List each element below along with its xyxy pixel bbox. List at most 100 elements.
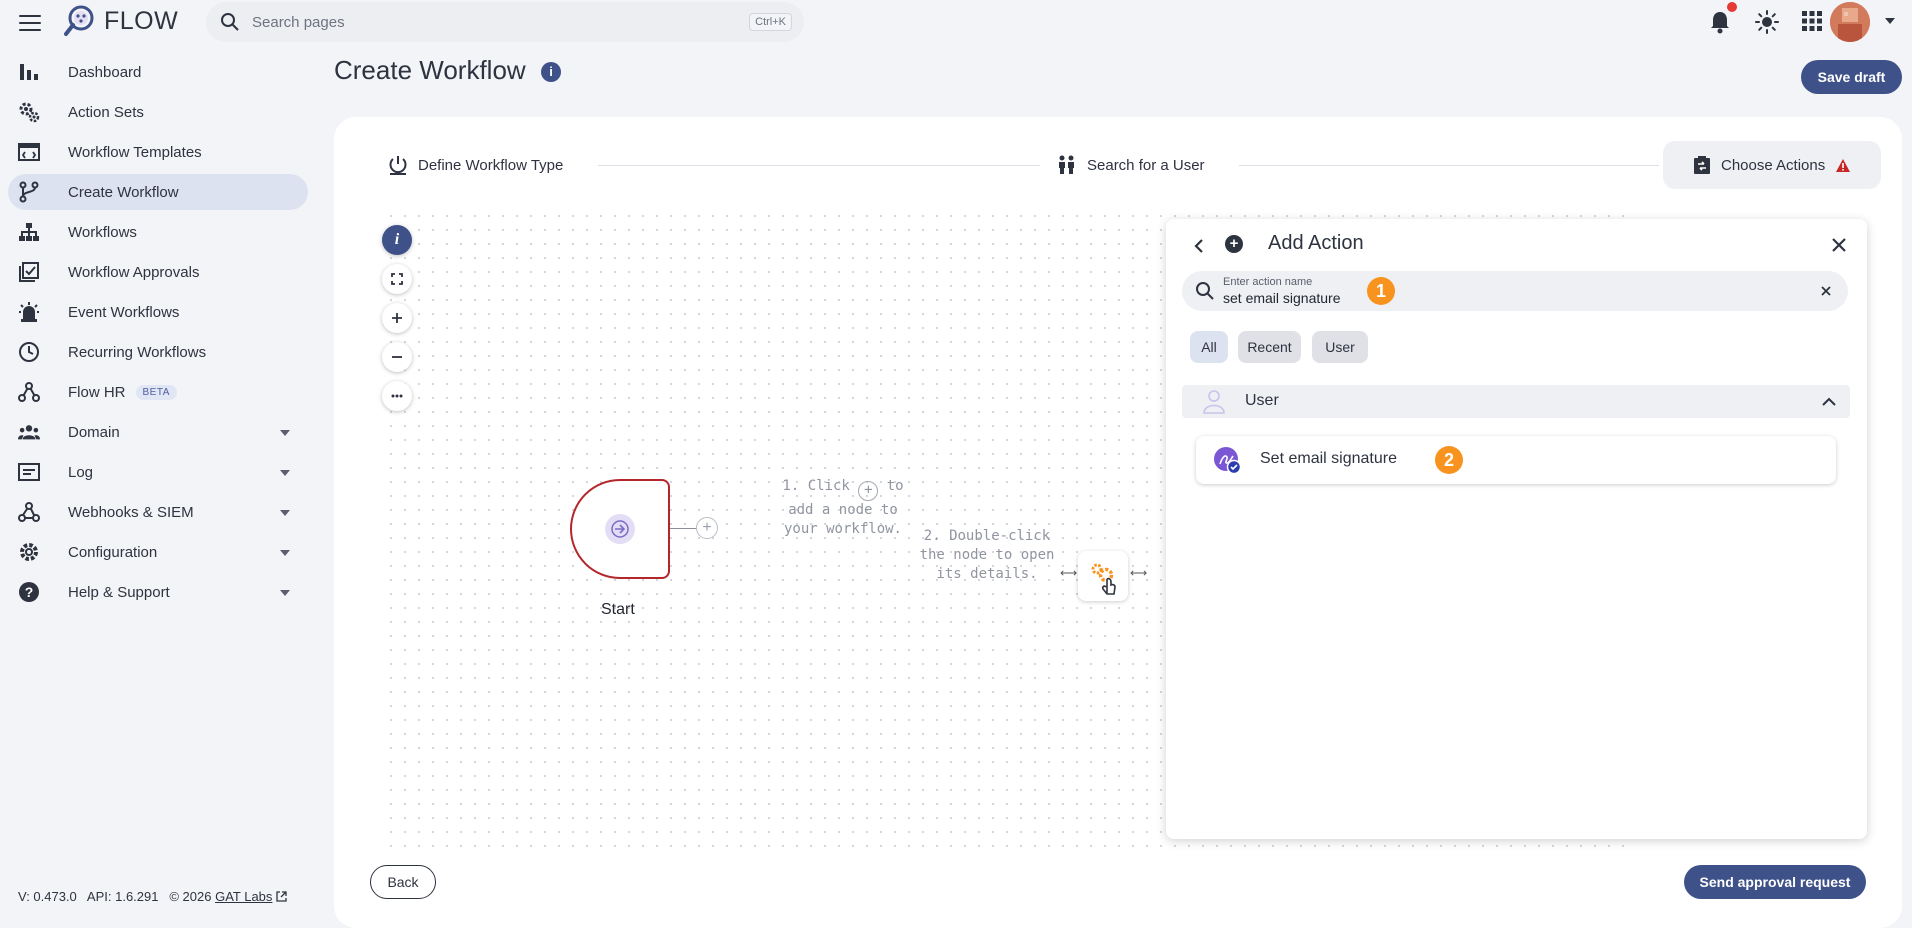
sidebar-item-label: Configuration — [68, 543, 158, 561]
hint-text: 2. Double-click — [923, 528, 1051, 544]
hint-text: your workflow. — [783, 521, 902, 537]
page-search[interactable]: Ctrl+K — [206, 2, 804, 42]
zoom-in-button[interactable] — [382, 303, 412, 333]
sidebar-item-label: Workflow Approvals — [68, 263, 200, 281]
hint-double-click: 2. Double-click the node to open its det… — [912, 527, 1062, 584]
apps-button[interactable] — [1801, 10, 1825, 34]
sidebar-item-label: Action Sets — [68, 103, 144, 121]
close-icon — [1821, 286, 1831, 296]
send-approval-request-button[interactable]: Send approval request — [1684, 865, 1866, 899]
add-node-button[interactable]: + — [696, 517, 718, 539]
sidebar-item-create-workflow[interactable]: Create Workflow — [8, 174, 308, 210]
sidebar-item-workflow-approvals[interactable]: Workflow Approvals — [8, 254, 308, 290]
sidebar-item-log[interactable]: Log — [8, 454, 308, 490]
step-label: Search for a User — [1087, 156, 1205, 174]
connector-stub: ⟷ — [1060, 566, 1078, 580]
step-search-for-a-user[interactable]: Search for a User — [1057, 141, 1205, 189]
chevron-down-icon — [280, 590, 290, 596]
hint-add-node: 1. Click + to add a node to your workflo… — [768, 477, 918, 539]
beta-badge: BETA — [135, 384, 177, 400]
start-node[interactable] — [570, 479, 670, 579]
filter-chip-recent[interactable]: Recent — [1238, 331, 1301, 363]
close-icon — [1832, 238, 1846, 252]
page-title: Create Workflow — [334, 55, 526, 85]
template-icon — [18, 141, 40, 163]
logo[interactable]: FLOW — [62, 4, 178, 38]
company-link[interactable]: GAT Labs — [215, 889, 272, 904]
hint-text: 1. Click — [782, 478, 850, 494]
user-avatar-icon — [1830, 2, 1870, 42]
fit-view-button[interactable] — [382, 264, 412, 294]
zoom-out-button[interactable] — [382, 342, 412, 372]
sidebar-item-webhooks-siem[interactable]: Webhooks & SIEM — [8, 494, 308, 530]
svg-text:?: ? — [25, 584, 34, 600]
search-icon — [1196, 282, 1214, 300]
sidebar-item-label: Log — [68, 463, 94, 481]
chevron-down-icon — [280, 550, 290, 556]
step-choose-actions[interactable]: Choose Actions — [1663, 141, 1881, 189]
people-search-icon — [1059, 155, 1074, 174]
notifications-button[interactable] — [1709, 2, 1737, 34]
bar-chart-icon — [18, 61, 40, 83]
menu-icon[interactable] — [19, 12, 41, 31]
chevron-down-icon — [280, 430, 290, 436]
theme-toggle-button[interactable] — [1755, 10, 1779, 34]
step-badge-1: 1 — [1367, 277, 1395, 305]
filter-chip-all[interactable]: All — [1190, 331, 1228, 363]
step-define-workflow-type[interactable]: Define Workflow Type — [388, 141, 563, 189]
flow-logo-icon — [64, 5, 94, 36]
sidebar-item-recurring-workflows[interactable]: Recurring Workflows — [8, 334, 308, 370]
close-button[interactable] — [1825, 231, 1853, 259]
choose-actions-icon — [1694, 156, 1710, 174]
help-icon: ? — [18, 581, 40, 603]
sidebar-item-event-workflows[interactable]: Event Workflows — [8, 294, 308, 330]
hint-text: add a node to — [788, 502, 898, 518]
action-item-set-email-signature[interactable]: Set email signature — [1196, 436, 1836, 484]
example-action-node — [1078, 551, 1128, 601]
external-link-icon — [276, 891, 287, 902]
sidebar-item-dashboard[interactable]: Dashboard — [8, 54, 308, 90]
account-menu-caret[interactable] — [1885, 18, 1895, 24]
filter-chip-user[interactable]: User — [1312, 331, 1368, 363]
minus-icon — [392, 356, 402, 358]
gears-icon — [18, 101, 40, 123]
bell-icon — [1711, 12, 1729, 34]
sidebar-item-workflow-templates[interactable]: Workflow Templates — [8, 134, 308, 170]
info-icon[interactable]: i — [541, 62, 561, 82]
sidebar-item-label: Webhooks & SIEM — [68, 503, 194, 521]
chevron-down-icon — [280, 510, 290, 516]
plus-icon — [392, 313, 402, 323]
action-search-input[interactable] — [1223, 290, 1363, 306]
step-label: Choose Actions — [1721, 156, 1826, 174]
more-options-button[interactable] — [382, 381, 412, 411]
hint-plus-icon: + — [858, 481, 879, 501]
hr-icon — [18, 381, 40, 403]
sidebar-item-label: Dashboard — [68, 63, 142, 81]
sidebar-item-help-support[interactable]: ? Help & Support — [8, 574, 308, 610]
canvas-info-button[interactable]: i — [382, 225, 412, 255]
sidebar-item-configuration[interactable]: Configuration — [8, 534, 308, 570]
gears-icon — [1091, 563, 1116, 595]
clear-search-button[interactable] — [1817, 282, 1835, 300]
action-search-label: Enter action name — [1223, 276, 1313, 288]
save-draft-button[interactable]: Save draft — [1801, 60, 1902, 94]
hierarchy-icon — [18, 221, 40, 243]
sidebar-item-label: Workflow Templates — [68, 143, 202, 161]
chevron-left-icon — [1194, 239, 1203, 253]
group-header-user[interactable]: User — [1182, 385, 1850, 418]
sidebar-item-action-sets[interactable]: Action Sets — [8, 94, 308, 130]
app-name: FLOW — [104, 6, 179, 35]
back-button[interactable] — [1186, 233, 1212, 259]
people-icon — [18, 421, 40, 443]
sidebar-item-workflows[interactable]: Workflows — [8, 214, 308, 250]
back-button[interactable]: Back — [370, 865, 436, 899]
sidebar-item-label: Domain — [68, 423, 120, 441]
action-search-field[interactable]: Enter action name — [1182, 271, 1848, 311]
avatar[interactable] — [1830, 2, 1870, 42]
stepper: Define Workflow Type Search for a User C… — [334, 141, 1902, 191]
search-input[interactable] — [252, 13, 732, 31]
sidebar-item-flow-hr[interactable]: Flow HR BETA — [8, 374, 308, 410]
notification-dot — [1727, 2, 1737, 12]
sidebar-item-domain[interactable]: Domain — [8, 414, 308, 450]
sidebar: Dashboard Action Sets Workflow Templates… — [0, 54, 316, 614]
